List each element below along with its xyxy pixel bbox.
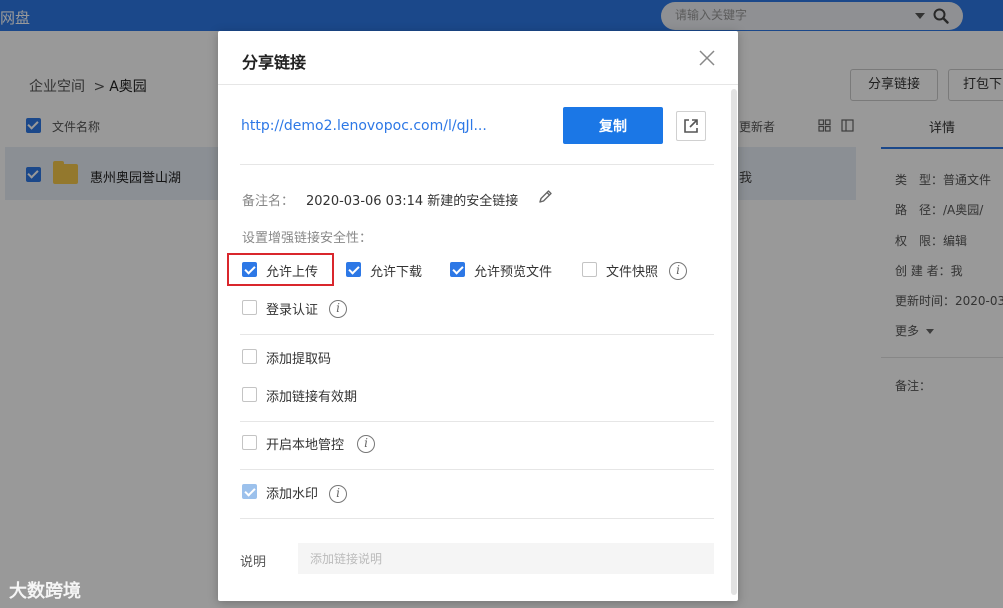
watermark-checkbox — [242, 484, 257, 499]
pencil-icon[interactable] — [538, 189, 553, 204]
allow-preview-checkbox[interactable] — [450, 262, 465, 277]
divider — [240, 421, 714, 422]
close-icon[interactable] — [698, 49, 716, 67]
local-control-label: 开启本地管控 — [266, 438, 345, 453]
share-link-url[interactable]: http://demo2.lenovopoc.com/l/qJl... — [241, 118, 487, 134]
info-icon[interactable]: i — [357, 435, 375, 453]
watermark-text: 大数跨境 — [9, 581, 81, 602]
description-label: 说明 — [240, 555, 267, 570]
allow-download-option[interactable]: 允许下载 — [346, 261, 436, 280]
link-expiry-checkbox[interactable] — [242, 387, 257, 402]
allow-upload-checkbox[interactable] — [242, 262, 257, 277]
dialog-title: 分享链接 — [242, 53, 307, 72]
allow-upload-label: 允许上传 — [266, 265, 319, 280]
watermark-label: 添加水印 — [266, 487, 319, 502]
extract-code-option[interactable]: 添加提取码 — [242, 348, 352, 367]
remark-value: 2020-03-06 03:14 新建的安全链接 — [306, 194, 519, 209]
divider — [240, 518, 714, 519]
dialog-body: http://demo2.lenovopoc.com/l/qJl... 复制 备… — [218, 86, 730, 601]
divider — [240, 469, 714, 470]
file-snapshot-checkbox[interactable] — [582, 262, 597, 277]
dialog-scrollbar[interactable] — [731, 89, 737, 595]
description-input[interactable] — [298, 543, 714, 574]
info-icon[interactable]: i — [669, 262, 687, 280]
allow-preview-label: 允许预览文件 — [474, 265, 553, 280]
external-link-icon — [684, 119, 698, 133]
local-control-option[interactable]: 开启本地管控 — [242, 434, 352, 453]
remark-label: 备注名： — [242, 194, 295, 209]
copy-button[interactable]: 复制 — [563, 107, 663, 144]
share-link-dialog: 分享链接 http://demo2.lenovopoc.com/l/qJl...… — [218, 31, 738, 601]
allow-preview-option[interactable]: 允许预览文件 — [450, 261, 570, 280]
info-icon[interactable]: i — [329, 300, 347, 318]
link-expiry-label: 添加链接有效期 — [266, 390, 358, 405]
allow-download-label: 允许下载 — [370, 265, 423, 280]
login-auth-option[interactable]: 登录认证 — [242, 299, 326, 318]
local-control-checkbox[interactable] — [242, 435, 257, 450]
extract-code-checkbox[interactable] — [242, 349, 257, 364]
dialog-header: 分享链接 — [218, 31, 738, 85]
info-icon[interactable]: i — [329, 485, 347, 503]
open-link-button[interactable] — [676, 111, 706, 141]
allow-upload-option[interactable]: 允许上传 — [242, 261, 332, 280]
allow-download-checkbox[interactable] — [346, 262, 361, 277]
divider — [240, 334, 714, 335]
divider — [240, 164, 714, 165]
file-snapshot-option[interactable]: 文件快照 — [582, 261, 666, 280]
login-auth-checkbox[interactable] — [242, 300, 257, 315]
file-snapshot-label: 文件快照 — [606, 265, 659, 280]
link-expiry-option[interactable]: 添加链接有效期 — [242, 386, 372, 405]
watermark-option: 添加水印 — [242, 483, 326, 502]
extract-code-label: 添加提取码 — [266, 352, 332, 367]
login-auth-label: 登录认证 — [266, 303, 319, 318]
security-section-label: 设置增强链接安全性： — [242, 231, 373, 246]
